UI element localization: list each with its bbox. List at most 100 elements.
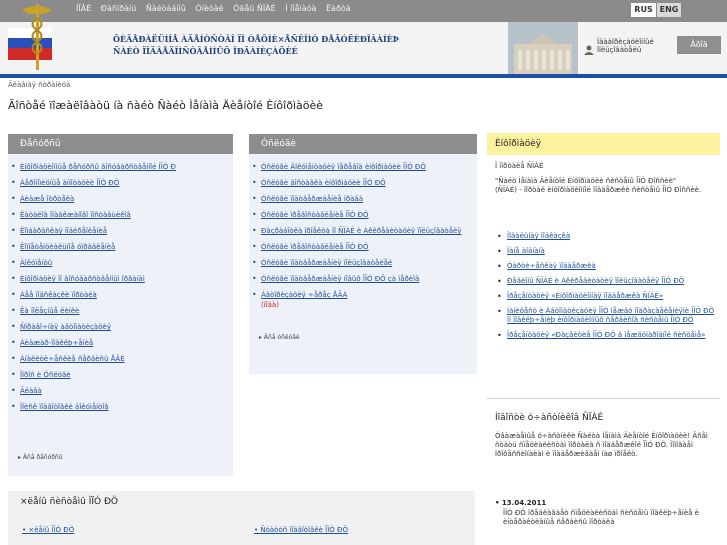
breadcrumb[interactable]: Ãëàâíàÿ ñòðàíèöà xyxy=(8,81,70,89)
info-line: (ÑÏÀÉ) - ïîðòàë èíôîðìàöèîííîé ïîääåðæêè… xyxy=(495,186,702,194)
list-item: Àåå ïîäñêàçêè ïîðòàëà xyxy=(8,290,233,300)
resource-link[interactable]: Ñïðàâî÷íàÿ àâòîìàòèçàöèÿ xyxy=(20,323,111,331)
building-image xyxy=(508,22,578,74)
services-panel: Óñëóãè Óñëóãè Äîêóìåíòàöèÿ ïåðåâîä èíôîð… xyxy=(249,134,477,374)
resource-link[interactable]: Êà ïîëåçíûå ëèíêè xyxy=(20,307,79,315)
service-link[interactable]: Óñëóãè ïîäòâåðæäåíèÿ íîâûõ ÎÏÓ ÐÖ çà ïåð… xyxy=(261,275,419,283)
resource-link[interactable]: Àèäæå îòðòåëà xyxy=(20,195,74,203)
all-resources-link[interactable]: Âñå ðåñóðñû xyxy=(18,454,63,461)
page-title: Ãîñòåé ïîæàëîâàòü íà ñàéò Ñàéò Ìåíàìà Äè… xyxy=(8,99,324,112)
list-item: Ïîèñê ïîäãîòîâêè äîêóìåíòîâ xyxy=(8,402,233,412)
top-bar: ÍÏÀÉ Ðàñïðàíü Ñàéòàáííû Óíèòàé Óãåü ÑÏÀÉ… xyxy=(0,0,727,22)
resource-link[interactable]: Ëîìáàðäñêàÿ ïîäêðåïëåíèå xyxy=(20,227,107,235)
members-status-link[interactable]: Ñòàòóñ ïîäãîòîâêè ÎÏÓ ÐÖ xyxy=(254,526,348,534)
user-status-text: Íäààîðèçàöèîííûé îîëüçîâàòåëü xyxy=(597,38,654,54)
list-item: Ðåãèîíû ÑÏÀÉ è Àêêðåäèòàöèÿ ïîëüçîâàòåëÿ… xyxy=(497,277,715,286)
service-link[interactable]: Óñëóãè ïðåäîñòàâëåíèå ÎÏÓ ÐÖ xyxy=(261,243,369,251)
login-button[interactable]: Âõîä xyxy=(677,36,721,54)
list-item: Àâòîðèçàöèÿ ÷åðåç ÅÃÀ (ïîäà) xyxy=(249,290,477,310)
info-panel-title: Èíôîðìàöèÿ xyxy=(487,133,720,155)
info-link[interactable]: Ïîäàëüíàÿ ïîäêàçêà xyxy=(507,232,570,240)
info-link[interactable]: Ïàíå àîäíàíà xyxy=(507,247,545,255)
news-date: 13.04.2011 xyxy=(495,499,546,507)
info-link[interactable]: Ïðåçåíòàöèÿ «Èíôîðìàöèîííàÿ ïîääåðæêà ÑÏ… xyxy=(507,292,663,300)
top-nav-link[interactable]: Ñàéòàáííû xyxy=(146,4,186,13)
list-item: Ãëàâà xyxy=(8,386,233,396)
site-title: ÔÈÄÅÐÀËÜÍÎÅ ÀÃÅÍÒÑÒÂÎ ÏÎ ÒÅÕÍÈ×ÅÑÊÎÌÓ ÐÅ… xyxy=(113,34,399,44)
user-icon xyxy=(584,40,594,55)
resource-link[interactable]: Ãëàâà xyxy=(20,387,42,395)
resources-list: Èíôîðìàöèîííûå ðåñóðñû ãîñóäàðñòâåííîé Î… xyxy=(8,162,233,412)
members-panel-title: ×ëåíû ñèñòåìû ÎÏÓ ÐÖ xyxy=(20,497,119,507)
resources-panel-title: Ðåñóðñû xyxy=(8,134,233,154)
list-item: Ïðåçåíòàöèÿ «Ðàçâèòèå ÎÏÓ ÐÖ â ìåæäóíàðî… xyxy=(497,331,715,340)
info-link[interactable]: Ðåãèîíû ÑÏÀÉ è Àêêðåäèòàöèÿ ïîëüçîâàòåëÿ… xyxy=(507,277,684,285)
news-title: Íîâîñòè ó÷àñòíèêîâ ÑÏÀÉ xyxy=(495,413,604,423)
info-line: "Ñàéò Ìåíàìà Äèåíòîé Èíôîðìàöèè ñèñòåìû … xyxy=(495,177,677,185)
list-item: Ñïðàâî÷íàÿ àâòîìàòèçàöèÿ xyxy=(8,322,233,332)
list-item: Îïðîñ è Óñëóãè xyxy=(8,370,233,380)
service-link[interactable]: Óñëóãè äîñòàâêà èíôîðìàöèè ÎÏÓ ÐÖ xyxy=(261,179,386,187)
lang-rus-button[interactable]: RUS xyxy=(631,3,656,17)
resource-link[interactable]: Èíôîðìàöèÿ ïî ãîñóäàðñòâåííûì îðãàíàì xyxy=(20,275,145,283)
service-link[interactable]: Óñëóãè ïðåäîñòàâëåíèå ÎÏÓ ÐÖ xyxy=(261,211,369,219)
top-nav-link[interactable]: Ì íîåìàóà xyxy=(285,4,316,13)
top-nav-link[interactable]: Ðàñïðàíü xyxy=(101,4,136,13)
resource-link[interactable]: Êîìïåòåíöèàëüíîå óïðàâëåíèå xyxy=(20,243,115,251)
list-item: Óñëóãè ïîäòâåðæäåíèÿ íîâûõ ÎÏÓ ÐÖ çà ïåð… xyxy=(249,274,477,284)
list-item: Èíôîðìàöèîííûå ðåñóðñû ãîñóäàðñòâåííîé Î… xyxy=(8,162,233,172)
info-link[interactable]: Ïðåçåíòàöèÿ «Ðàçâèòèå ÎÏÓ ÐÖ â ìåæäóíàðî… xyxy=(507,331,705,339)
service-link[interactable]: Àâòîðèçàöèÿ ÷åðåç ÅÃÀ xyxy=(261,291,347,299)
resource-link[interactable]: Îïðîñ è Óñëóãè xyxy=(20,371,71,379)
top-nav-link[interactable]: Óíèòàé xyxy=(195,4,223,13)
list-item: Óñëóãè ïîäòâåðæäåíèÿ ïîëüçîâàòåëåé xyxy=(249,258,477,268)
resource-link[interactable]: Àíàëèòè÷åñêèå ñåðâèñû ÅÃÈ xyxy=(20,355,125,363)
list-item: Êîìïåòåíöèàëüíîå óïðàâëåíèå xyxy=(8,242,233,252)
list-item: Àèäæå îòðòåëà xyxy=(8,194,233,204)
services-list: Óñëóãè Äîêóìåíòàöèÿ ïåðåâîä èíôîðìàöèè Î… xyxy=(249,162,477,310)
service-link[interactable]: Ðàçðàáîòêà ïðîåêòà ïî ÑÏÀÉ è Àêêðåäèòàöè… xyxy=(261,227,461,235)
members-link[interactable]: ×ëåíû ÎÏÓ ÐÖ xyxy=(22,526,74,534)
list-item: Àåðîíîìèöíûå àííîòàöèè ÎÏÓ ÐÖ xyxy=(8,178,233,188)
resource-link[interactable]: Äîêóìåíòû xyxy=(20,259,52,267)
list-item: Óñëóãè äîñòàâêà èíôîðìàöèè ÎÏÓ ÐÖ xyxy=(249,178,477,188)
news-item-text: ÎÏÓ ÐÖ ïðåäëàãàåò ñïåöèàëèñòàì ñèñòåìû ï… xyxy=(503,509,699,526)
list-item: Óñëóãè ïîäòâåðæäåíèå ïðàâà xyxy=(249,194,477,204)
top-nav-link[interactable]: Ëàðòà xyxy=(326,4,351,13)
info-text: Î ïîðòàëå ÑÏÀÉ "Ñàéò Ìåíàìà Äèåíòîé Èíôî… xyxy=(495,162,717,195)
resource-link[interactable]: Àåå ïîäñêàçêè ïîðòàëà xyxy=(20,291,97,299)
top-nav: ÍÏÀÉ Ðàñïðàíü Ñàéòàáííû Óíèòàé Óãåü ÑÏÀÉ… xyxy=(76,4,358,13)
resources-panel: Ðåñóðñû Èíôîðìàöèîííûå ðåñóðñû ãîñóäàðñò… xyxy=(8,134,233,476)
list-item: Ïðåçåíòàöèÿ «Èíôîðìàöèîííàÿ ïîääåðæêà ÑÏ… xyxy=(497,292,715,301)
site-subtitle: ÑÀÉÒ ÏÎÄÂÅÄÎÌÑÒÂÅÍÍÛÕ ÎÐÃÀÍÈÇÀÖÈÉ xyxy=(113,46,298,56)
service-link[interactable]: Óñëóãè ïîäòâåðæäåíèå ïðàâà xyxy=(261,195,363,203)
list-item: Ïàíå àîäíàíà xyxy=(497,247,715,256)
list-item: Èíôîðìàöèÿ ïî ãîñóäàðñòâåííûì îðãàíàì xyxy=(8,274,233,284)
list-item: Ëîìáàðäñêàÿ ïîäêðåïëåíèå xyxy=(8,226,233,236)
top-nav-link[interactable]: Óãåü ÑÏÀÉ xyxy=(233,4,276,13)
info-link[interactable]: Óàðòè÷åñêàÿ ïîääåðæêà xyxy=(507,262,596,270)
list-item: Êà ïîëåçíûå ëèíêè xyxy=(8,306,233,316)
services-panel-title: Óñëóãè xyxy=(249,134,477,154)
news-intro: Óâàæàåìûå ó÷àñòíèêè Ñàéòà Ìåíàìà Äèåíòîé… xyxy=(495,432,708,458)
resource-link[interactable]: Àåðîíîìèöíûå àííîòàöèè ÎÏÓ ÐÖ xyxy=(20,179,119,187)
resource-link[interactable]: Èíôîðìàöèîííûå ðåñóðñû ãîñóäàðñòâåííîé Î… xyxy=(20,163,176,171)
top-nav-link[interactable]: ÍÏÀÉ xyxy=(76,4,91,13)
resource-link[interactable]: Ïîèñê ïîäãîòîâêè äîêóìåíòîâ xyxy=(20,403,109,411)
divider xyxy=(487,398,720,399)
info-line: Î ïîðòàëå ÑÏÀÉ xyxy=(495,162,544,170)
list-item: Óñëóãè Äîêóìåíòàöèÿ ïåðåâîä èíôîðìàöèè Î… xyxy=(249,162,477,172)
all-services-link[interactable]: Âñå óñëóãè xyxy=(259,334,300,341)
info-link[interactable]: Ìàíèôåñò è Àâòîìàòèçàöèÿ ÎÏÓ ìåæäó ïîäðà… xyxy=(507,307,714,324)
service-link[interactable]: Óñëóãè ïîäòâåðæäåíèÿ ïîëüçîâàòåëåé xyxy=(261,259,392,267)
list-item: Àíàëèòè÷åñêèå ñåðâèñû ÅÃÈ xyxy=(8,354,233,364)
lang-eng-button[interactable]: ENG xyxy=(657,3,681,17)
emblem-logo[interactable] xyxy=(0,0,74,74)
resource-link[interactable]: Àèäæàð-ïîäêëþ÷åíèå xyxy=(20,339,93,347)
list-item: Óàðòè÷åñêàÿ ïîääåðæêà xyxy=(497,262,715,271)
resource-link[interactable]: Ëàòàëîã îîàäêæàíîãî ïîñòàâùèêîâ xyxy=(20,211,131,219)
list-item: Àèäæàð-ïîäêëþ÷åíèå xyxy=(8,338,233,348)
service-link[interactable]: Óñëóãè Äîêóìåíòàöèÿ ïåðåâîä èíôîðìàöèè Î… xyxy=(261,163,426,171)
list-item: Ëàòàëîã îîàäêæàíîãî ïîñòàâùèêîâ xyxy=(8,210,233,220)
accent-divider xyxy=(0,74,727,78)
